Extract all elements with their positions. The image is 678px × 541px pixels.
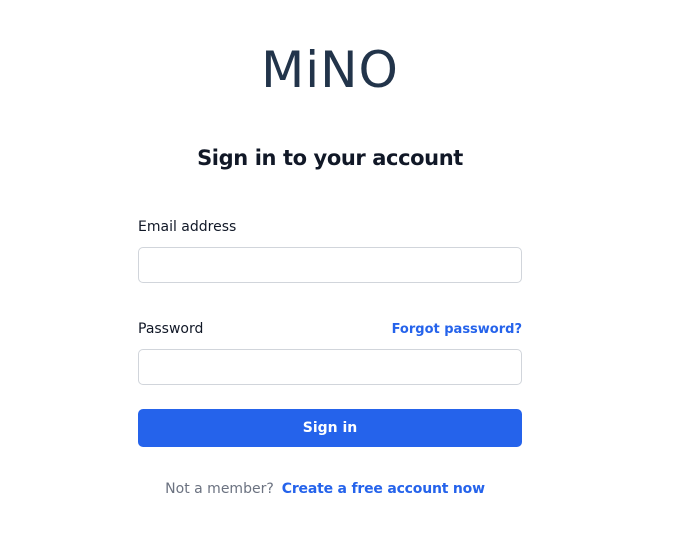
password-label: Password [138, 321, 204, 337]
forgot-password-link[interactable]: Forgot password? [392, 322, 522, 337]
signup-prompt: Not a member? Create a free account now [0, 479, 650, 499]
password-field[interactable] [138, 349, 522, 385]
create-account-link[interactable]: Create a free account now [282, 481, 485, 497]
sign-in-form: Email address Password Forgot password? … [138, 217, 522, 447]
brand-logo: MiNO [261, 41, 399, 99]
sign-in-button[interactable]: Sign in [138, 409, 522, 447]
page-title: Sign in to your account [197, 146, 463, 170]
not-a-member-text: Not a member? [165, 481, 274, 497]
sign-in-page: MiNO Sign in to your account Email addre… [0, 0, 678, 541]
email-field[interactable] [138, 247, 522, 283]
email-label: Email address [138, 219, 237, 235]
password-label-row: Password Forgot password? [138, 319, 522, 339]
